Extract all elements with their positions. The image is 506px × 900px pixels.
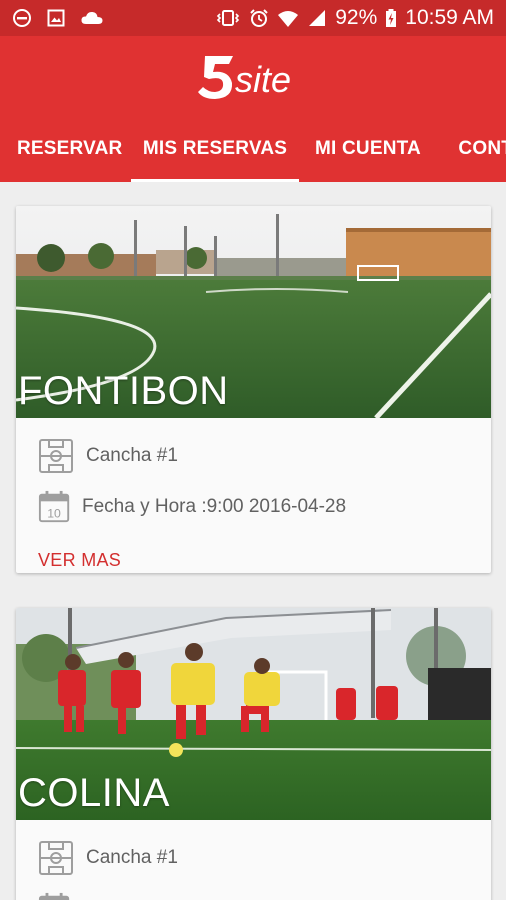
cloud-icon [81, 11, 103, 24]
vibrate-icon [217, 10, 240, 26]
soccer-field-icon [39, 841, 73, 875]
field-row: Cancha #1 [38, 438, 178, 474]
tab-mi-cuenta[interactable]: MI CUENTA [315, 132, 421, 182]
tab-bar: RESERVAR MIS RESERVAS MI CUENTA CONTA [0, 132, 506, 182]
gallery-icon [47, 9, 65, 27]
svg-text:site: site [235, 59, 291, 100]
field-label: Cancha #1 [86, 445, 178, 466]
signal-icon [309, 10, 326, 26]
app-bar: 5site site RESERVAR MIS RESERVAS MI CUEN… [0, 36, 506, 182]
tab-mis-reservas[interactable]: MIS RESERVAS [131, 132, 299, 182]
venue-photo: FONTIBON [16, 206, 491, 418]
venue-name: COLINA [18, 771, 170, 815]
tab-contacto[interactable]: CONTA [452, 132, 506, 182]
status-bar: 92% 10:59 AM [0, 0, 506, 36]
venue-photo: COLINA [16, 608, 491, 820]
alarm-icon [250, 9, 268, 27]
ver-mas-link[interactable]: VER MAS [38, 550, 121, 571]
field-label: Cancha #1 [86, 847, 178, 868]
reservation-card[interactable]: FONTIBON Cancha #1 10 Fecha y Hora :9:00… [16, 206, 491, 573]
calendar-icon [38, 892, 70, 900]
battery-charging-icon [386, 9, 397, 27]
app-logo: 5site site [198, 56, 291, 100]
clock: 10:59 AM [405, 6, 494, 29]
venue-name: FONTIBON [18, 369, 229, 413]
do-not-disturb-icon [13, 9, 31, 27]
datetime-row: 10 Fecha y Hora :9:00 2016-04-28 [38, 490, 346, 524]
reservation-card[interactable]: COLINA Cancha #1 [16, 608, 491, 900]
battery-percent: 92% [335, 6, 378, 29]
svg-text:10: 10 [47, 506, 61, 520]
datetime-label: Fecha y Hora :9:00 2016-04-28 [82, 496, 347, 517]
tab-reservar[interactable]: RESERVAR [17, 132, 122, 182]
soccer-field-icon [39, 439, 73, 473]
wifi-icon [278, 11, 299, 27]
field-row: Cancha #1 [38, 840, 178, 876]
calendar-icon: 10 [38, 490, 70, 523]
